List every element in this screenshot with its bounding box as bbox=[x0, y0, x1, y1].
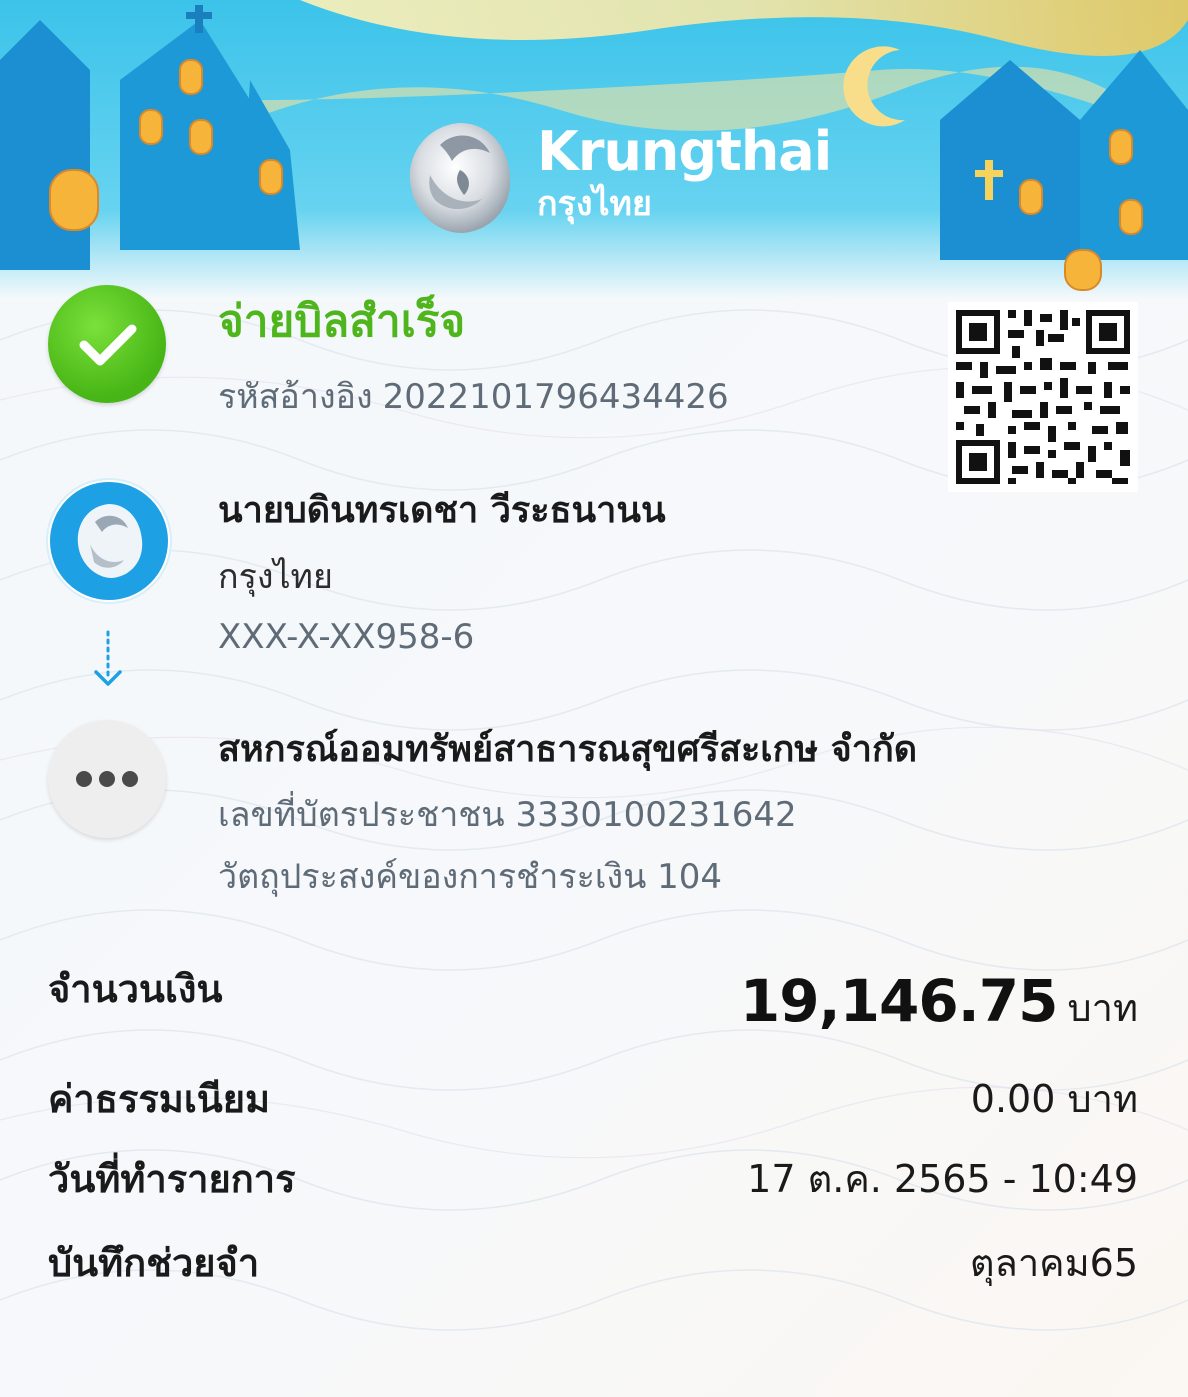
transaction-date-value: 17 ต.ค. 2565 - 10:49 bbox=[747, 1157, 1138, 1201]
payment-purpose-line: วัตถุประสงค์ของการชำระเงิน 104 bbox=[218, 860, 722, 894]
brand-name-th: กรุงไทย bbox=[537, 184, 652, 224]
receiver-id-line: เลขที่บัตรประชาชน 3330100231642 bbox=[218, 798, 797, 832]
amount-value: 19,146.75 บาท bbox=[740, 972, 1138, 1030]
reference-number: 2022101796434426 bbox=[382, 377, 729, 417]
memo-label: บันทึกช่วยจำ bbox=[48, 1241, 260, 1285]
payment-purpose-value: 104 bbox=[657, 857, 723, 897]
fee-label: ค่าธรรมเนียม bbox=[48, 1077, 271, 1121]
receiver-id-label: เลขที่บัตรประชาชน bbox=[218, 795, 505, 835]
receiver-id-value: 3330100231642 bbox=[515, 795, 797, 835]
amount-number: 19,146.75 bbox=[739, 967, 1059, 1035]
sender-name: นายบดินทรเดชา วีระธนานน bbox=[218, 490, 666, 531]
sender-bank: กรุงไทย bbox=[218, 557, 333, 597]
more-dots-icon bbox=[48, 720, 166, 838]
status-title: จ่ายบิลสำเร็จ bbox=[218, 296, 466, 347]
reference-label: รหัสอ้างอิง bbox=[218, 377, 373, 417]
krungthai-bank-icon bbox=[48, 480, 170, 602]
amount-label: จำนวนเงิน bbox=[48, 967, 223, 1011]
transfer-slip: Krungthai กรุงไทย จ่ายบิลสำเร็จ รหัสอ้าง… bbox=[0, 0, 1188, 1397]
receiver-name: สหกรณ์ออมทรัพย์สาธารณสุขศรีสะเกษ จำกัด bbox=[218, 729, 918, 770]
dotted-arrow-down-icon bbox=[94, 630, 122, 686]
memo-value: ตุลาคม65 bbox=[969, 1241, 1138, 1285]
payment-purpose-label: วัตถุประสงค์ของการชำระเงิน bbox=[218, 857, 647, 897]
amount-unit: บาท bbox=[1067, 986, 1138, 1030]
check-circle-icon bbox=[48, 285, 166, 403]
sender-account: XXX-X-XX958-6 bbox=[218, 617, 475, 657]
qr-code-icon bbox=[948, 302, 1138, 492]
brand-name-en: Krungthai bbox=[537, 120, 832, 183]
transaction-date-label: วันที่ทำรายการ bbox=[48, 1157, 296, 1201]
fee-value: 0.00 บาท bbox=[970, 1077, 1138, 1121]
phoenix-emblem-icon bbox=[409, 123, 511, 233]
reference-line: รหัสอ้างอิง 2022101796434426 bbox=[218, 380, 729, 414]
header-banner: Krungthai กรุงไทย bbox=[0, 0, 1188, 300]
krungthai-logo: Krungthai กรุงไทย bbox=[400, 115, 832, 245]
